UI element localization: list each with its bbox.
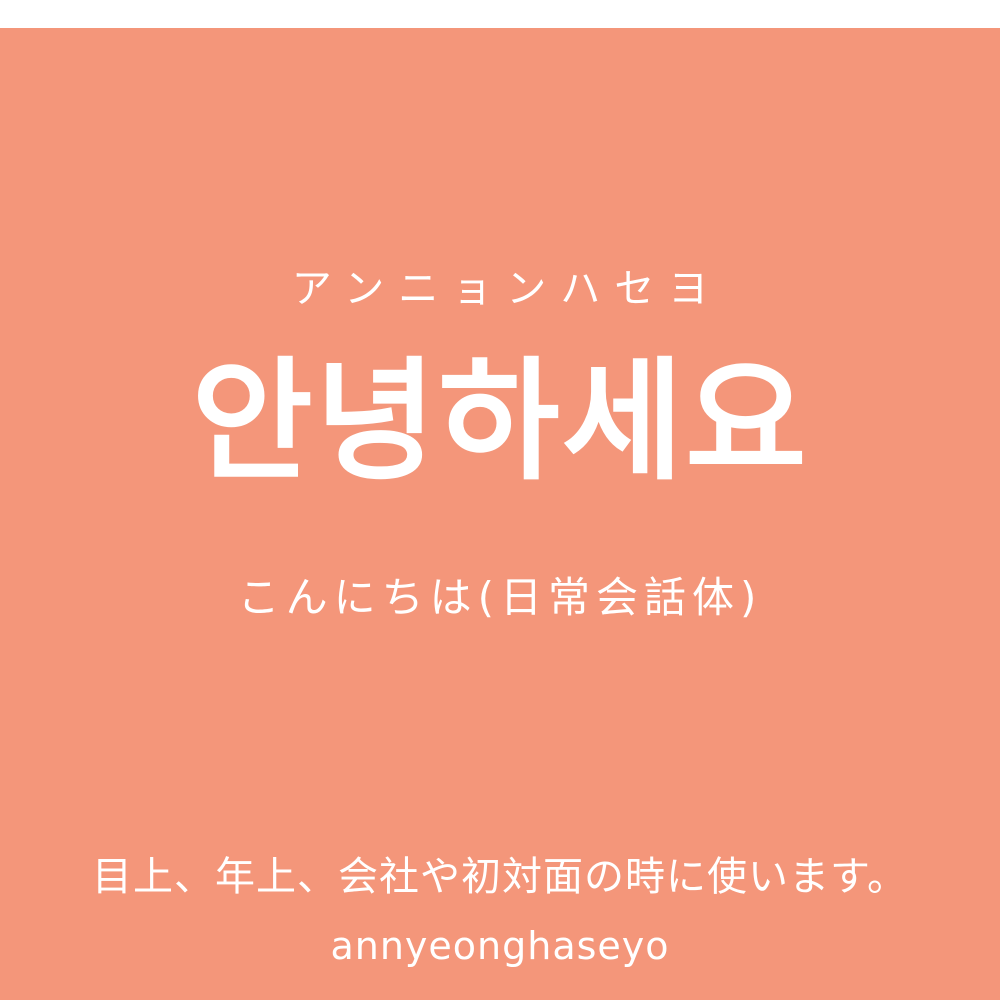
hangul-phrase: 안녕하세요 xyxy=(191,345,809,499)
katakana-reading: アンニョンハセヨ xyxy=(291,266,723,312)
japanese-meaning: こんにちは(日常会話体) xyxy=(237,573,763,622)
usage-note: 目上、年上、会社や初対面の時に使います。 xyxy=(92,854,908,900)
romanization: annyeonghaseyo xyxy=(330,924,670,968)
phrase-card: アンニョンハセヨ 안녕하세요 こんにちは(日常会話体) 目上、年上、会社や初対面… xyxy=(0,28,1000,1000)
